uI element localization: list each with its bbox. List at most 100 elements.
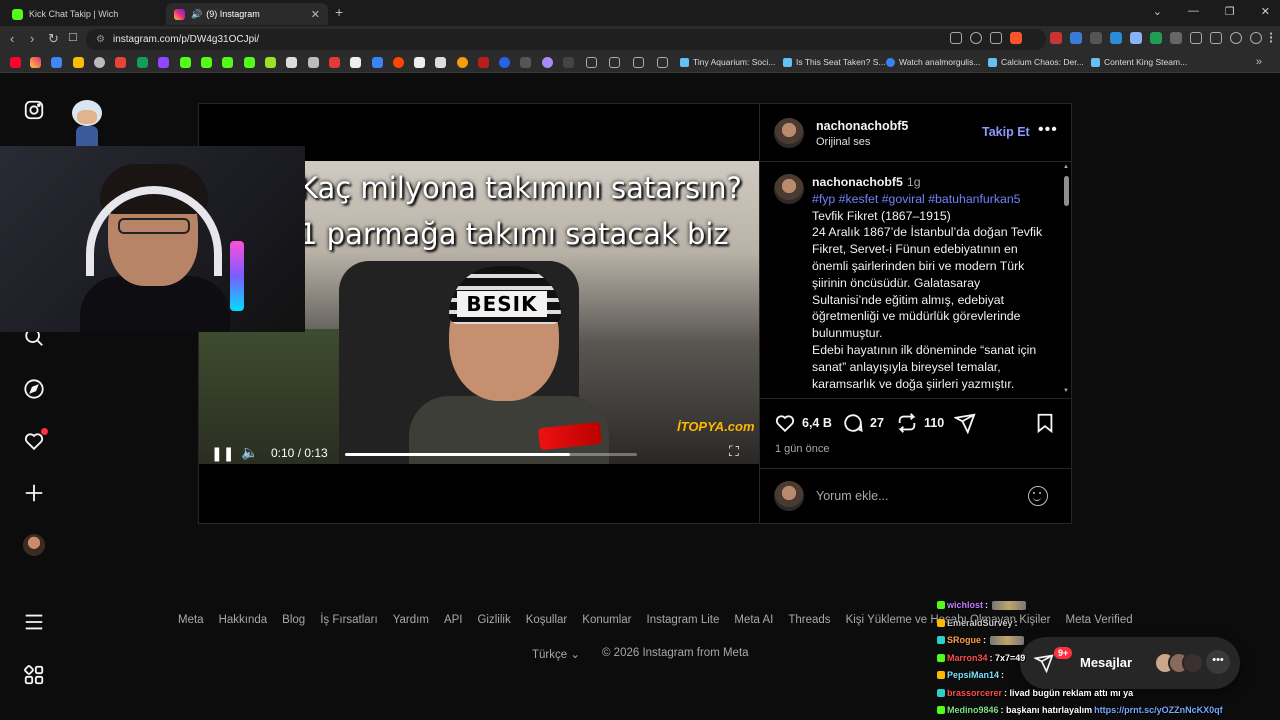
footer-link[interactable]: Yardım — [393, 614, 429, 626]
twitch-bookmark-icon[interactable] — [158, 57, 169, 68]
brave-shield-icon[interactable] — [1010, 32, 1022, 44]
reddit-bookmark-icon[interactable] — [393, 57, 404, 68]
kick-bookmark-icon[interactable] — [244, 57, 255, 68]
bookmark-link[interactable]: Tiny Aquarium: Soci... — [680, 57, 775, 67]
caption-hashtags[interactable]: #fyp #kesfet #goviral #batuhanfurkan5 — [812, 191, 1052, 208]
browser-tab-instagram[interactable]: 🔊 (9) Instagram ✕ — [166, 3, 328, 25]
caption-username[interactable]: nachonachobf5 — [812, 175, 903, 189]
author-avatar[interactable] — [774, 118, 804, 148]
menu-icon[interactable] — [1270, 32, 1274, 44]
menu-hamburger-icon[interactable] — [22, 610, 46, 634]
save-button[interactable] — [1034, 412, 1056, 434]
sidebar-icon[interactable] — [1210, 32, 1222, 44]
folder-icon[interactable] — [586, 57, 597, 68]
also-from-meta-icon[interactable] — [22, 663, 46, 687]
x-bookmark-icon[interactable] — [350, 57, 361, 68]
instagram-bookmark-icon[interactable] — [30, 57, 41, 68]
bookmark-link[interactable]: Calcium Chaos: Der... — [988, 57, 1084, 67]
language-selector[interactable]: Türkçe ⌄ — [532, 647, 580, 661]
create-plus-icon[interactable] — [22, 481, 46, 505]
close-window-icon[interactable]: ✕ — [1261, 5, 1270, 18]
gmail-bookmark-icon[interactable] — [115, 57, 126, 68]
repost-button[interactable]: 110 — [896, 412, 944, 434]
extension-icon[interactable] — [1090, 32, 1102, 44]
author-username[interactable]: nachonachobf5 — [816, 119, 908, 133]
scroll-up-icon[interactable]: ▲ — [1063, 164, 1069, 170]
back-icon[interactable]: ‹ — [10, 31, 14, 46]
bookmark-link[interactable]: Is This Seat Taken? S... — [783, 57, 885, 67]
url-field[interactable]: ⚙ instagram.com/p/DW4g31OCJpi/ — [86, 29, 1046, 50]
footer-link[interactable]: Koşullar — [526, 614, 568, 626]
profile-icon[interactable] — [1250, 32, 1262, 44]
footer-link[interactable]: İş Fırsatları — [320, 614, 378, 626]
folder-icon[interactable] — [633, 57, 644, 68]
footer-link[interactable]: Meta — [178, 614, 204, 626]
bookmark-link[interactable]: Content King Steam... — [1091, 57, 1187, 67]
scroll-down-icon[interactable]: ▼ — [1063, 388, 1069, 394]
caption-scrollbar[interactable]: ▲ ▼ — [1062, 164, 1070, 396]
footer-link[interactable]: Meta Verified — [1066, 614, 1133, 626]
site-settings-icon[interactable]: ⚙ — [96, 34, 105, 45]
folder-icon[interactable] — [657, 57, 668, 68]
more-options-icon[interactable]: ••• — [1038, 121, 1058, 139]
more-bookmarks-icon[interactable]: » — [1256, 56, 1262, 68]
caption-avatar[interactable] — [774, 174, 804, 204]
kick-bookmark-icon[interactable] — [180, 57, 191, 68]
bookmark-icon[interactable] — [286, 57, 297, 68]
extension-icon[interactable] — [1130, 32, 1142, 44]
share-icon[interactable] — [990, 32, 1002, 44]
like-button[interactable]: 6,4 B — [774, 412, 832, 434]
browser-tab-kick-chat[interactable]: Kick Chat Takip | Wich — [4, 3, 164, 25]
bookmark-icon[interactable] — [563, 57, 574, 68]
footer-link[interactable]: Instagram Lite — [647, 614, 720, 626]
close-tab-icon[interactable]: ✕ — [311, 8, 320, 21]
extension-icon[interactable] — [1170, 32, 1182, 44]
share-button[interactable] — [954, 412, 976, 434]
restore-icon[interactable]: ❐ — [1225, 5, 1235, 18]
tab-search-chevron-icon[interactable]: ⌄ — [1153, 5, 1162, 18]
maps-bookmark-icon[interactable] — [51, 57, 62, 68]
pause-icon[interactable]: ❚❚ — [211, 445, 234, 462]
extension-icon[interactable] — [1150, 32, 1162, 44]
bookmark-icon[interactable] — [73, 57, 84, 68]
cast-icon[interactable] — [950, 32, 962, 44]
footer-link[interactable]: Blog — [282, 614, 305, 626]
kick-bookmark-icon[interactable] — [201, 57, 212, 68]
emoji-icon[interactable] — [1028, 486, 1048, 506]
bookmark-icon[interactable] — [457, 57, 468, 68]
amazon-bookmark-icon[interactable] — [435, 57, 446, 68]
footer-link[interactable]: Gizlilik — [477, 614, 510, 626]
comment-input[interactable]: Yorum ekle... — [816, 489, 889, 503]
folder-icon[interactable] — [609, 57, 620, 68]
instagram-logo-icon[interactable] — [22, 98, 46, 122]
footer-link[interactable]: Meta AI — [734, 614, 773, 626]
zoom-icon[interactable] — [970, 32, 982, 44]
forward-icon[interactable]: › — [30, 31, 34, 46]
footer-link[interactable]: Threads — [788, 614, 830, 626]
chat-link[interactable]: https://prnt.sc/yOZZnNcKX0qf — [1094, 705, 1223, 715]
reload-icon[interactable]: ↻ — [48, 31, 59, 47]
bookmark-icon[interactable] — [265, 57, 276, 68]
follow-button[interactable]: Takip Et — [982, 125, 1030, 139]
github-bookmark-icon[interactable] — [94, 57, 105, 68]
bookmark-icon[interactable] — [520, 57, 531, 68]
messages-button[interactable]: 9+ Mesajlar ••• — [1020, 637, 1240, 689]
explore-icon[interactable] — [22, 377, 46, 401]
minimize-icon[interactable]: — — [1188, 5, 1199, 18]
fullscreen-icon[interactable]: ⛶ — [729, 443, 739, 460]
extension-icon[interactable] — [1110, 32, 1122, 44]
kick-bookmark-icon[interactable] — [222, 57, 233, 68]
youtube-bookmark-icon[interactable] — [10, 57, 21, 68]
footer-link[interactable]: Konumlar — [582, 614, 631, 626]
extensions-puzzle-icon[interactable] — [1190, 32, 1202, 44]
media-icon[interactable] — [1230, 32, 1242, 44]
bookmark-icon[interactable] — [308, 57, 319, 68]
profile-avatar[interactable] — [23, 534, 45, 556]
extension-icon[interactable] — [1070, 32, 1082, 44]
bookmark-icon[interactable] — [478, 57, 489, 68]
bookmark-link[interactable]: Watch analmorgulis... — [886, 57, 980, 67]
bookmark-icon[interactable] — [542, 57, 553, 68]
bookmark-icon[interactable] — [372, 57, 383, 68]
notifications-heart-icon[interactable] — [22, 428, 48, 453]
comment-button[interactable]: 27 — [842, 412, 884, 434]
